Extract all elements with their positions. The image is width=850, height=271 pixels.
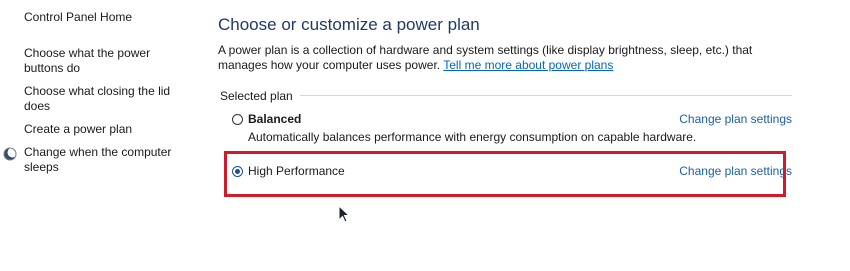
selected-plan-group: Selected plan	[220, 87, 792, 103]
plan-name-balanced[interactable]: Balanced	[248, 112, 301, 126]
change-plan-settings-link-balanced[interactable]: Change plan settings	[679, 112, 792, 126]
page-description: A power plan is a collection of hardware…	[218, 43, 798, 73]
sidebar-item-computer-sleeps[interactable]: Change when the computer sleeps	[24, 145, 184, 175]
plan-row-balanced: Balanced Change plan settings Automatica…	[232, 112, 792, 148]
moon-icon	[3, 147, 17, 161]
plan-description-balanced: Automatically balances performance with …	[248, 130, 697, 144]
highlight-box	[224, 151, 786, 197]
page-title: Choose or customize a power plan	[218, 15, 480, 34]
balanced-radio[interactable]	[232, 114, 243, 125]
help-link[interactable]: Tell me more about power plans	[443, 58, 613, 72]
sidebar-item-closing-lid[interactable]: Choose what closing the lid does	[24, 84, 184, 114]
sidebar-item-create-power-plan[interactable]: Create a power plan	[24, 122, 184, 137]
mouse-pointer-icon	[338, 205, 350, 223]
control-panel-home-link[interactable]: Control Panel Home	[24, 10, 184, 25]
selected-plan-label: Selected plan	[220, 89, 299, 103]
main-content: Choose or customize a power plan A power…	[218, 0, 838, 271]
sidebar-item-power-buttons[interactable]: Choose what the power buttons do	[24, 46, 184, 76]
left-navigation-pane: Control Panel Home Choose what the power…	[0, 0, 200, 271]
group-divider	[300, 95, 792, 96]
